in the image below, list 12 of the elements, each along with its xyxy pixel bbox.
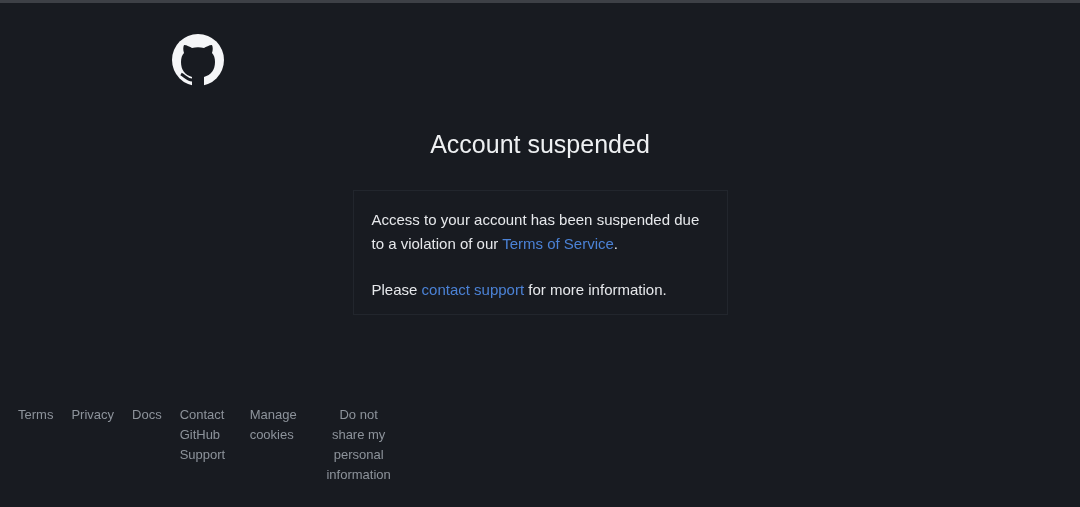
footer-link[interactable]: Privacy bbox=[71, 405, 114, 425]
footer-link[interactable]: Do not share my personal information bbox=[323, 405, 394, 485]
message-text: Please contact support for more information. bbox=[371, 280, 668, 300]
page-heading: Account suspended bbox=[429, 129, 651, 159]
footer-link[interactable]: Terms bbox=[18, 405, 54, 425]
footer-link[interactable]: Contact GitHub Support bbox=[179, 405, 232, 465]
footer-link[interactable]: Docs bbox=[132, 405, 162, 425]
message-text: Access to your account has been suspended due to a violation of our Terms of Service. bbox=[371, 210, 701, 254]
link[interactable]: Terms of Service bbox=[502, 235, 614, 252]
cat-logo-icon bbox=[171, 33, 225, 87]
link[interactable]: contact support bbox=[421, 281, 525, 298]
footer-link[interactable]: Manage cookies bbox=[249, 405, 306, 445]
